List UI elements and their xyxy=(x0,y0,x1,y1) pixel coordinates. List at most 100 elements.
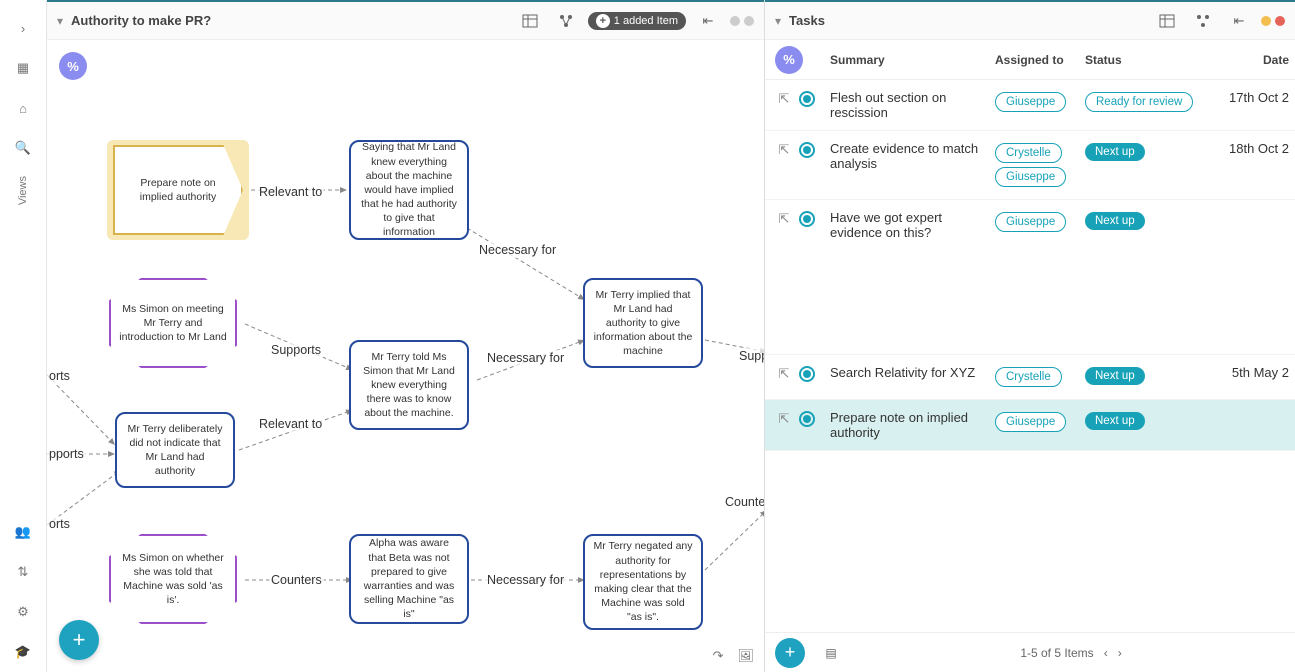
tasks-footer: + ▤ 1-5 of 5 Items ‹ › xyxy=(765,632,1295,672)
open-icon[interactable]: ⇱ xyxy=(775,410,793,428)
collapse-icon[interactable]: ▾ xyxy=(775,14,781,28)
task-date: 5th May 2 xyxy=(1215,365,1295,380)
views-label: Views xyxy=(17,176,29,205)
add-node-button[interactable]: + xyxy=(59,620,99,660)
node-terry-implied[interactable]: Mr Terry implied that Mr Land had author… xyxy=(583,278,703,368)
users-icon[interactable]: 👥 xyxy=(7,516,39,548)
node-terry-deliberate[interactable]: Mr Terry deliberately did not indicate t… xyxy=(115,412,235,488)
main-split: ▾ Authority to make PR? +1 added Item ⇤ … xyxy=(47,0,1295,672)
task-summary: Search Relativity for XYZ xyxy=(830,365,995,380)
col-date[interactable]: Date xyxy=(1215,53,1295,67)
task-row[interactable]: ⇱Have we got expert evidence on this?Giu… xyxy=(765,200,1295,355)
redo-icon[interactable]: ↷ xyxy=(713,648,724,664)
gear-icon[interactable]: ⚙ xyxy=(7,596,39,628)
open-icon[interactable]: ⇱ xyxy=(775,210,793,228)
status-pill[interactable]: Next up xyxy=(1085,412,1145,430)
task-status: Next up xyxy=(1085,210,1215,232)
search-icon[interactable]: 🔍 xyxy=(7,132,39,164)
edge-necessary: Necessary for xyxy=(485,572,566,588)
col-assigned[interactable]: Assigned to xyxy=(995,53,1085,67)
assignee-pill[interactable]: Giuseppe xyxy=(995,167,1066,187)
dot-red[interactable] xyxy=(1275,16,1285,26)
image-icon[interactable]: 🖼 xyxy=(737,648,754,664)
status-pill[interactable]: Next up xyxy=(1085,367,1145,385)
task-date: 17th Oct 2 xyxy=(1215,90,1295,105)
edge-necessary: Necessary for xyxy=(485,350,566,366)
status-pill[interactable]: Next up xyxy=(1085,212,1145,230)
open-icon[interactable]: ⇱ xyxy=(775,365,793,383)
prev-page-icon[interactable]: ‹ xyxy=(1104,646,1108,660)
task-row[interactable]: ⇱Flesh out section on rescissionGiuseppe… xyxy=(765,80,1295,131)
task-assignees: Giuseppe xyxy=(995,90,1085,114)
node-terry-told[interactable]: Mr Terry told Ms Simon that Mr Land knew… xyxy=(349,340,469,430)
task-row[interactable]: ⇱ Search Relativity for XYZCrystelle Next … xyxy=(765,355,1295,400)
edge-supp-cut: Supp xyxy=(737,348,764,364)
task-date: 18th Oct 2 xyxy=(1215,141,1295,156)
home-icon[interactable]: ⌂ xyxy=(7,92,39,124)
open-icon[interactable]: ⇱ xyxy=(775,90,793,108)
diagram-title: Authority to make PR? xyxy=(71,13,211,28)
assignee-pill[interactable]: Crystelle xyxy=(995,367,1062,387)
collapse-icon[interactable]: ▾ xyxy=(57,14,63,28)
task-status: Next up xyxy=(1085,410,1215,432)
education-icon[interactable]: 🎓 xyxy=(7,636,39,668)
open-icon[interactable]: ⇱ xyxy=(775,141,793,159)
node-terry-negated[interactable]: Mr Terry negated any authority for repre… xyxy=(583,534,703,630)
expand-icon[interactable]: › xyxy=(7,12,39,44)
status-icon[interactable] xyxy=(799,211,815,227)
add-task-button[interactable]: + xyxy=(775,638,805,668)
pagination-text: 1-5 of 5 Items xyxy=(1020,646,1093,660)
grid-icon[interactable]: ▦ xyxy=(7,52,39,84)
collapse-panel-icon[interactable]: ⇤ xyxy=(1225,8,1253,34)
edge-pports-cut: pports xyxy=(47,446,86,462)
status-pill[interactable]: Ready for review xyxy=(1085,92,1193,112)
next-page-icon[interactable]: › xyxy=(1118,646,1122,660)
graph-view-icon[interactable] xyxy=(552,8,580,34)
tasks-pane: ▾ Tasks ⇤ % Summary Assigned to Status D… xyxy=(765,0,1295,672)
edge-necessary: Necessary for xyxy=(477,242,558,258)
tasks-title: Tasks xyxy=(789,13,825,28)
node-simon-meeting[interactable]: Ms Simon on meeting Mr Terry and introdu… xyxy=(109,278,237,368)
task-status: Next up xyxy=(1085,141,1215,163)
edge-relevant: Relevant to xyxy=(257,416,324,432)
table-view-icon[interactable] xyxy=(1153,8,1181,34)
table-view-icon[interactable] xyxy=(516,8,544,34)
collapse-panel-icon[interactable]: ⇤ xyxy=(694,8,722,34)
status-icon[interactable] xyxy=(799,91,815,107)
node-simon-asis[interactable]: Ms Simon on whether she was told that Ma… xyxy=(109,534,237,624)
status-icon[interactable] xyxy=(799,366,815,382)
task-row[interactable]: ⇱ Create evidence to match analysisCryste… xyxy=(765,131,1295,200)
dot-yellow[interactable] xyxy=(1261,16,1271,26)
percent-badge[interactable]: % xyxy=(775,46,803,74)
assignee-pill[interactable]: Giuseppe xyxy=(995,412,1066,432)
hierarchy-icon[interactable]: ⇅ xyxy=(7,556,39,588)
assignee-pill[interactable]: Giuseppe xyxy=(995,92,1066,112)
added-items-badge[interactable]: +1 added Item xyxy=(588,12,686,30)
node-task-highlight[interactable]: Prepare note on implied authority xyxy=(107,140,249,240)
task-status: Next up xyxy=(1085,365,1215,387)
task-summary: Create evidence to match analysis xyxy=(830,141,995,171)
assignee-pill[interactable]: Crystelle xyxy=(995,143,1062,163)
graph-view-icon[interactable] xyxy=(1189,8,1217,34)
dot-grey[interactable] xyxy=(744,16,754,26)
status-icon[interactable] xyxy=(799,142,815,158)
edge-orts-cut: orts xyxy=(47,368,72,384)
assignee-pill[interactable]: Giuseppe xyxy=(995,212,1066,232)
percent-badge[interactable]: % xyxy=(59,52,87,80)
task-assignees: Crystelle Giuseppe xyxy=(995,141,1085,189)
dot-grey[interactable] xyxy=(730,16,740,26)
node-prepare-note[interactable]: Prepare note on implied authority xyxy=(113,145,243,235)
col-summary[interactable]: Summary xyxy=(830,53,995,67)
tasks-header: ▾ Tasks ⇤ xyxy=(765,0,1295,40)
diagram-canvas[interactable]: % Prepare note on xyxy=(47,40,764,672)
task-row[interactable]: ⇱Prepare note on implied authorityGiusep… xyxy=(765,400,1295,451)
status-pill[interactable]: Next up xyxy=(1085,143,1145,161)
col-status[interactable]: Status xyxy=(1085,53,1215,67)
app-root: › ▦ ⌂ 🔍 Views 👥 ⇅ ⚙ 🎓 ▾ Authority to mak… xyxy=(0,0,1295,672)
layout-icon[interactable]: ▤ xyxy=(817,640,845,666)
tasks-columns: % Summary Assigned to Status Date xyxy=(765,40,1295,80)
left-rail: › ▦ ⌂ 🔍 Views 👥 ⇅ ⚙ 🎓 xyxy=(0,0,47,672)
status-icon[interactable] xyxy=(799,411,815,427)
node-alpha-aware[interactable]: Alpha was aware that Beta was not prepar… xyxy=(349,534,469,624)
node-saying-land[interactable]: Saying that Mr Land knew everything abou… xyxy=(349,140,469,240)
